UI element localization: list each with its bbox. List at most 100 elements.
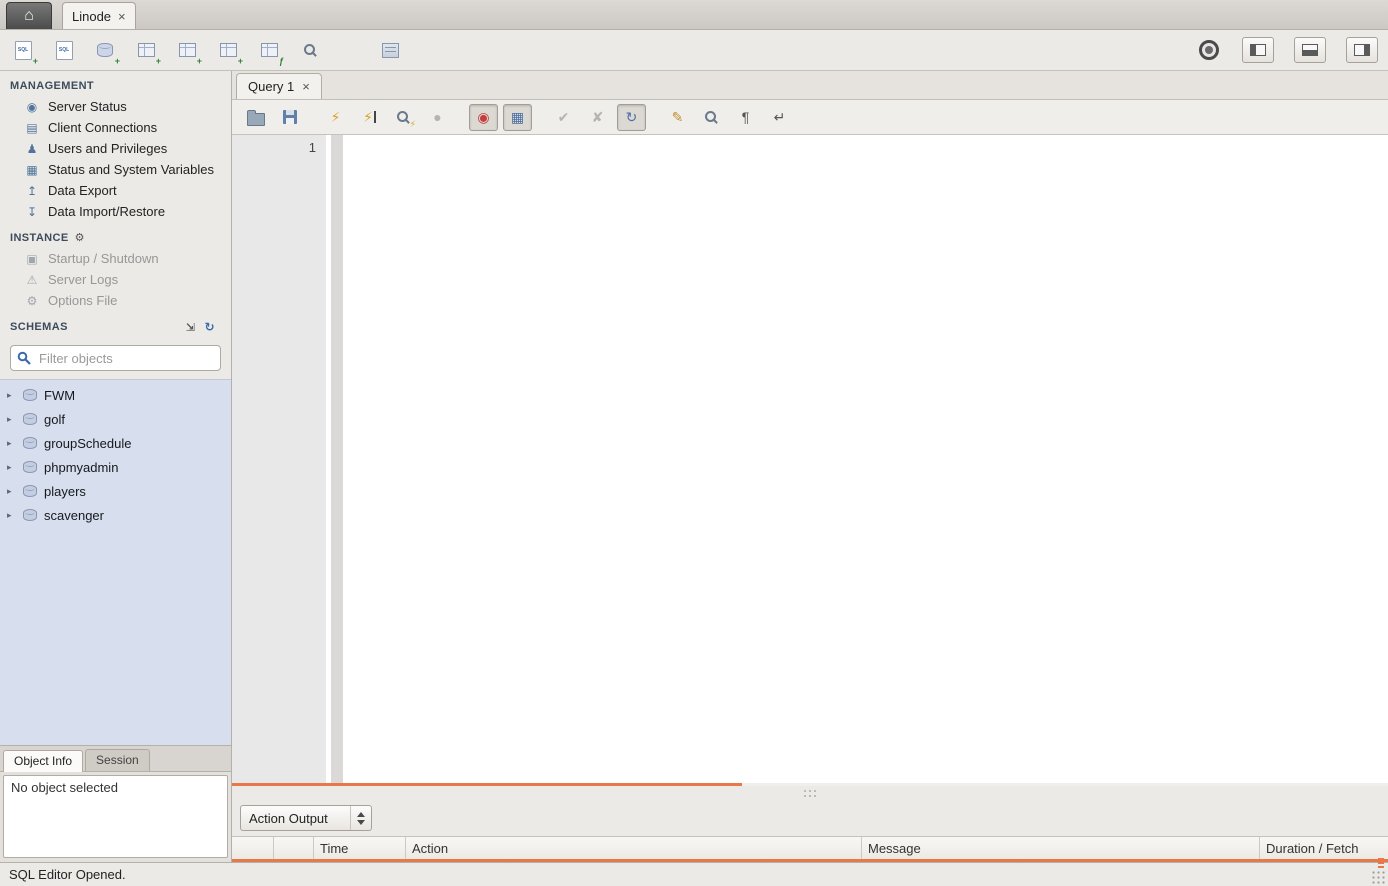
bottom-panel-icon <box>1302 44 1318 56</box>
magnifier-icon <box>397 111 410 124</box>
open-script-icon[interactable] <box>241 104 270 131</box>
sidebar-item-status-system-variables[interactable]: ▦ Status and System Variables <box>0 159 231 180</box>
plus-badge: + <box>197 56 202 66</box>
results-grid-icon[interactable]: ▦ <box>503 104 532 131</box>
line-number: 1 <box>309 140 316 155</box>
schema-item-fwm[interactable]: ▸ FWM <box>0 383 231 407</box>
chevron-right-icon[interactable]: ▸ <box>7 390 16 401</box>
new-procedure-icon[interactable]: + <box>215 37 241 63</box>
home-tab[interactable]: ⌂ <box>6 2 52 29</box>
management-title-label: MANAGEMENT <box>10 80 94 92</box>
close-tab-icon[interactable]: × <box>118 9 126 24</box>
column-header-blank-1[interactable] <box>232 837 274 859</box>
toggle-bottom-panel-button[interactable] <box>1294 37 1326 63</box>
beautify-icon[interactable]: ✎ <box>663 104 692 131</box>
sidebar-item-data-import-restore[interactable]: ↧ Data Import/Restore <box>0 201 231 222</box>
status-indicator-icon[interactable] <box>1196 37 1222 63</box>
new-schema-icon[interactable]: + <box>92 37 118 63</box>
sidebar-item-server-logs[interactable]: ⚠ Server Logs <box>0 269 231 290</box>
new-function-icon[interactable]: ƒ <box>256 37 282 63</box>
schema-cylinder-icon <box>23 389 37 401</box>
wrap-text-icon[interactable]: ↵ <box>765 104 794 131</box>
object-info-message: No object selected <box>3 775 228 858</box>
sidebar-item-label: Data Import/Restore <box>48 204 165 219</box>
column-header-action[interactable]: Action <box>406 837 862 859</box>
explain-icon[interactable]: ⚡ <box>389 104 418 131</box>
pilcrow-icon: ¶ <box>742 109 750 125</box>
cursor-bar-icon <box>374 111 376 123</box>
close-query-tab-icon[interactable]: × <box>302 79 310 94</box>
execute-icon[interactable]: ⚡ <box>321 104 350 131</box>
beacon-circle-icon <box>1199 40 1219 60</box>
schema-label: scavenger <box>44 508 104 523</box>
sidebar-item-client-connections[interactable]: ▤ Client Connections <box>0 117 231 138</box>
chevron-right-icon[interactable]: ▸ <box>7 486 16 497</box>
tab-object-info[interactable]: Object Info <box>3 750 83 772</box>
object-info-panel: Object Info Session No object selected <box>0 745 231 862</box>
sidebar-item-options-file[interactable]: ⚙ Options File <box>0 290 231 311</box>
search-icon <box>17 351 31 365</box>
connection-tab-linode[interactable]: Linode × <box>62 2 136 29</box>
schema-item-golf[interactable]: ▸ golf <box>0 407 231 431</box>
sidebar-item-data-export[interactable]: ↥ Data Export <box>0 180 231 201</box>
tab-session[interactable]: Session <box>85 749 150 771</box>
open-sql-script-icon[interactable]: SQL <box>51 37 77 63</box>
plus-badge: + <box>33 56 38 66</box>
sidebar-item-label: Client Connections <box>48 120 157 135</box>
schema-filter-box <box>10 345 221 371</box>
refresh-schemas-icon[interactable]: ↻ <box>205 320 215 334</box>
execute-current-icon[interactable]: ⚡ <box>355 104 384 131</box>
chevron-right-icon[interactable]: ▸ <box>7 462 16 473</box>
schema-item-scavenger[interactable]: ▸ scavenger <box>0 503 231 527</box>
column-header-message[interactable]: Message <box>862 837 1260 859</box>
lightning-icon: ⚡ <box>331 109 341 126</box>
schema-label: FWM <box>44 388 75 403</box>
column-header-duration-fetch[interactable]: Duration / Fetch <box>1260 837 1388 859</box>
rollback-icon[interactable]: ✘ <box>583 104 612 131</box>
horizontal-splitter[interactable] <box>232 786 1388 800</box>
schema-cylinder-icon <box>23 437 37 449</box>
schema-filter-input[interactable] <box>37 350 214 367</box>
stop-on-error-icon[interactable]: ◉ <box>469 104 498 131</box>
schema-item-phpmyadmin[interactable]: ▸ phpmyadmin <box>0 455 231 479</box>
column-header-time[interactable]: Time <box>314 837 406 859</box>
toggle-left-sidebar-button[interactable] <box>1242 37 1274 63</box>
sql-document-icon: SQL <box>15 41 32 60</box>
commit-icon[interactable]: ✔ <box>549 104 578 131</box>
resize-grip-icon[interactable] <box>1371 870 1386 884</box>
stop-icon[interactable]: ● <box>423 104 452 131</box>
new-sql-tab-icon[interactable]: SQL + <box>10 37 36 63</box>
save-script-icon[interactable] <box>275 104 304 131</box>
new-table-icon[interactable]: + <box>133 37 159 63</box>
sql-doc-label: SQL <box>18 47 28 53</box>
sidebar-item-users-privileges[interactable]: ♟ Users and Privileges <box>0 138 231 159</box>
schema-item-groupschedule[interactable]: ▸ groupSchedule <box>0 431 231 455</box>
new-view-icon[interactable]: + <box>174 37 200 63</box>
sidebar-item-server-status[interactable]: ◉ Server Status <box>0 96 231 117</box>
chevron-right-icon[interactable]: ▸ <box>7 510 16 521</box>
invisible-chars-icon[interactable]: ¶ <box>731 104 760 131</box>
sidebar-item-startup-shutdown[interactable]: ▣ Startup / Shutdown <box>0 248 231 269</box>
autocommit-icon[interactable]: ↻ <box>617 104 646 131</box>
schema-item-players[interactable]: ▸ players <box>0 479 231 503</box>
sql-editor-toolbar: ⚡ ⚡ ⚡ ● ◉ ▦ ✔ ✘ ↻ ✎ ¶ ↵ <box>232 100 1388 135</box>
schema-cylinder-icon <box>23 485 37 497</box>
stepper-down-icon <box>357 820 365 825</box>
schema-cylinder-icon <box>23 509 37 521</box>
search-table-data-icon[interactable] <box>297 37 323 63</box>
reconnect-dbms-icon[interactable] <box>377 37 403 63</box>
combo-stepper[interactable] <box>350 806 371 830</box>
chevron-right-icon[interactable]: ▸ <box>7 414 16 425</box>
schema-label: phpmyadmin <box>44 460 118 475</box>
table-grid-icon <box>261 43 278 57</box>
expand-schemas-icon[interactable]: ⇲ <box>186 321 196 334</box>
toggle-right-sidebar-button[interactable] <box>1346 37 1378 63</box>
output-type-combobox[interactable]: Action Output <box>240 805 372 831</box>
sql-editor-surface[interactable] <box>343 135 1388 783</box>
column-header-blank-2[interactable] <box>274 837 314 859</box>
tab-query-1[interactable]: Query 1 × <box>236 73 322 99</box>
chevron-right-icon[interactable]: ▸ <box>7 438 16 449</box>
find-icon[interactable] <box>697 104 726 131</box>
floppy-icon <box>283 110 297 124</box>
sql-document-icon: SQL <box>56 41 73 60</box>
